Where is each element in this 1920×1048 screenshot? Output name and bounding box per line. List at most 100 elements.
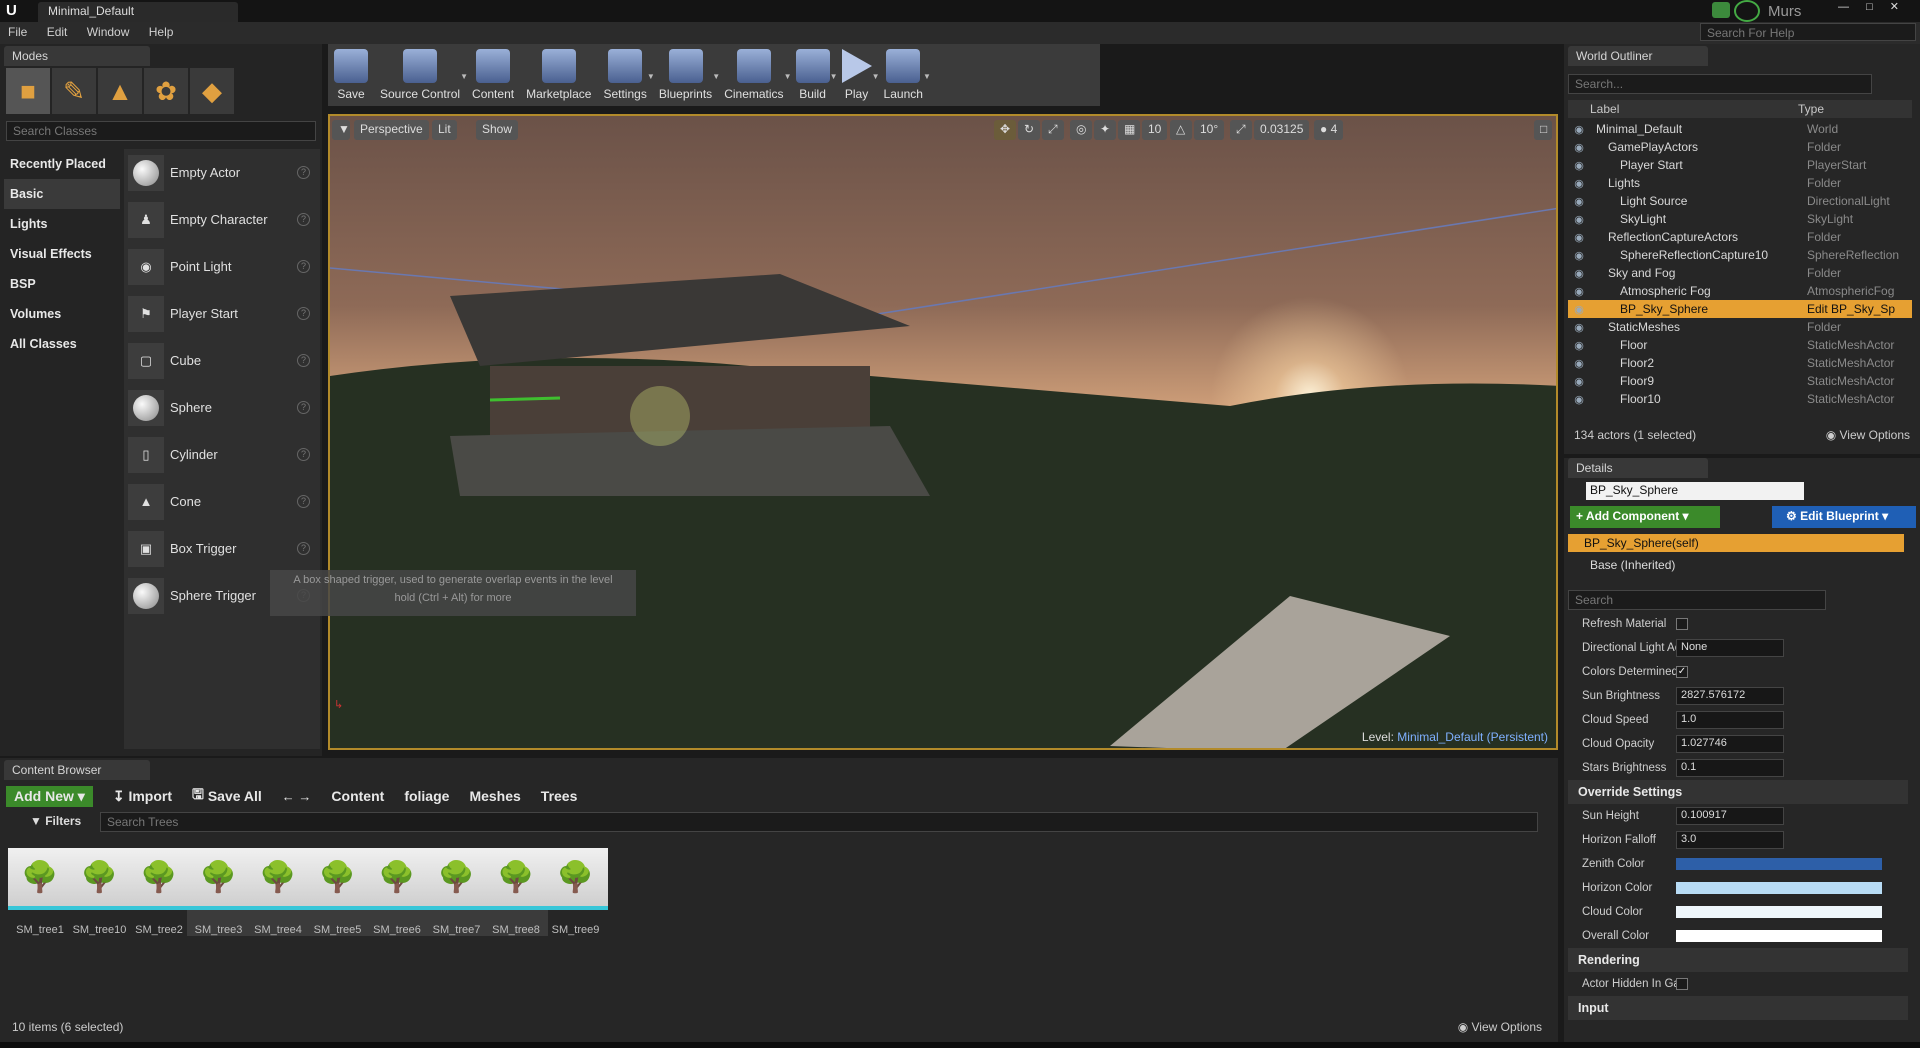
visibility-eye-icon[interactable]: ◉	[1568, 357, 1590, 370]
category-all-classes[interactable]: All Classes	[4, 329, 120, 359]
outliner-row[interactable]: ◉ Minimal_Default World	[1568, 120, 1912, 138]
help-icon[interactable]: ?	[297, 448, 310, 461]
override-settings-section[interactable]: Override Settings	[1568, 780, 1908, 804]
category-volumes[interactable]: Volumes	[4, 299, 120, 329]
details-tab[interactable]: Details	[1568, 458, 1708, 478]
help-search-input[interactable]: Search For Help	[1700, 23, 1916, 41]
world-local-icon[interactable]: ◎	[1070, 120, 1092, 140]
paint-mode-icon[interactable]: ✎	[52, 68, 96, 114]
scale-snap-value[interactable]: 0.03125	[1254, 120, 1310, 140]
property-value-field[interactable]: 1.0	[1676, 711, 1784, 729]
outliner-row[interactable]: ◉ Floor9 StaticMeshActor	[1568, 372, 1912, 390]
asset-tile[interactable]: 🌳 SM_tree9	[543, 848, 608, 936]
add-new-button[interactable]: Add New ▾	[6, 785, 93, 807]
visibility-eye-icon[interactable]: ◉	[1568, 321, 1590, 334]
outliner-row[interactable]: ◉ Floor StaticMeshActor	[1568, 336, 1912, 354]
asset-tile[interactable]: 🌳 SM_tree4	[246, 848, 310, 936]
help-icon[interactable]: ?	[297, 401, 310, 414]
maximize-viewport-icon[interactable]: □	[1534, 120, 1552, 140]
place-mode-icon[interactable]: ■	[6, 68, 50, 114]
outliner-row[interactable]: ◉ Lights Folder	[1568, 174, 1912, 192]
help-icon[interactable]: ?	[297, 166, 310, 179]
viewport-menu-icon[interactable]: ▼	[332, 120, 350, 140]
landscape-mode-icon[interactable]: ▲	[98, 68, 142, 114]
visibility-eye-icon[interactable]: ◉	[1568, 195, 1590, 208]
asset-tile[interactable]: 🌳 SM_tree7	[424, 848, 489, 936]
visibility-eye-icon[interactable]: ◉	[1568, 375, 1590, 388]
search-classes-input[interactable]: Search Classes	[6, 121, 316, 141]
camera-speed-button[interactable]: ● 4	[1314, 120, 1344, 140]
save-all-button[interactable]: 🖫 Save All	[192, 784, 262, 808]
chat-icon[interactable]	[1712, 2, 1730, 18]
source-control-button[interactable]: Source Control ▼	[374, 44, 468, 106]
property-value-field[interactable]: 0.100917	[1676, 807, 1784, 825]
settings-button[interactable]: Settings ▼	[597, 44, 655, 106]
translate-icon[interactable]: ✥	[994, 120, 1016, 140]
input-section[interactable]: Input	[1568, 996, 1908, 1020]
filters-button[interactable]: ▼ Filters	[30, 814, 81, 828]
rendering-section[interactable]: Rendering	[1568, 948, 1908, 972]
menu-help[interactable]: Help	[141, 22, 182, 42]
visibility-eye-icon[interactable]: ◉	[1568, 177, 1590, 190]
property-checkbox[interactable]	[1676, 978, 1688, 990]
outliner-row[interactable]: ◉ Sky and Fog Folder	[1568, 264, 1912, 282]
place-item-cone[interactable]: ▲ Cone?	[124, 478, 320, 525]
place-item-cube[interactable]: ▢ Cube?	[124, 337, 320, 384]
property-value-field[interactable]: None	[1676, 639, 1784, 657]
details-search-input[interactable]: Search	[1568, 590, 1826, 610]
lit-button[interactable]: Lit	[432, 120, 457, 140]
visibility-eye-icon[interactable]: ◉	[1568, 123, 1590, 136]
history-nav[interactable]: ← →	[282, 789, 312, 804]
property-color-swatch[interactable]	[1676, 906, 1882, 918]
outliner-row[interactable]: ◉ BP_Sky_Sphere Edit BP_Sky_Sp	[1568, 300, 1912, 318]
outliner-row[interactable]: ◉ GamePlayActors Folder	[1568, 138, 1912, 156]
property-color-swatch[interactable]	[1676, 882, 1882, 894]
build-button[interactable]: Build ▼	[790, 44, 838, 106]
place-item-player-start[interactable]: ⚑ Player Start?	[124, 290, 320, 337]
property-value-field[interactable]: 1.027746	[1676, 735, 1784, 753]
modes-tab[interactable]: Modes	[4, 46, 150, 66]
foliage-mode-icon[interactable]: ✿	[144, 68, 188, 114]
add-component-button[interactable]: + Add Component ▾	[1570, 506, 1720, 528]
grid-snap-icon[interactable]: ▦	[1118, 120, 1140, 140]
visibility-eye-icon[interactable]: ◉	[1568, 339, 1590, 352]
place-item-point-light[interactable]: ◉ Point Light?	[124, 243, 320, 290]
property-checkbox[interactable]: ✓	[1676, 666, 1688, 678]
rotate-icon[interactable]: ↻	[1018, 120, 1040, 140]
property-color-swatch[interactable]	[1676, 930, 1882, 942]
world-outliner-tab[interactable]: World Outliner	[1568, 46, 1708, 66]
path-meshes[interactable]: Meshes	[469, 788, 520, 804]
place-item-cylinder[interactable]: ▯ Cylinder?	[124, 431, 320, 478]
restore-icon[interactable]: □	[1866, 1, 1873, 13]
outliner-row[interactable]: ◉ ReflectionCaptureActors Folder	[1568, 228, 1912, 246]
show-button[interactable]: Show	[476, 120, 519, 140]
visibility-eye-icon[interactable]: ◉	[1568, 159, 1590, 172]
help-icon[interactable]: ?	[297, 354, 310, 367]
content-view-options[interactable]: ◉ View Options	[1458, 1020, 1542, 1034]
component-self-row[interactable]: BP_Sky_Sphere(self)	[1568, 534, 1904, 552]
asset-tile[interactable]: 🌳 SM_tree3	[186, 848, 251, 936]
play-button[interactable]: Play ▼	[836, 44, 880, 106]
help-icon[interactable]: ?	[297, 542, 310, 555]
window-controls[interactable]: — □ ✕	[1832, 0, 1920, 16]
content-browser-tab[interactable]: Content Browser	[4, 760, 150, 780]
content-button[interactable]: Content	[466, 44, 520, 106]
outliner-view-options[interactable]: ◉ View Options	[1826, 428, 1910, 442]
property-checkbox[interactable]	[1676, 618, 1688, 630]
visibility-eye-icon[interactable]: ◉	[1568, 267, 1590, 280]
content-search-input[interactable]: Search Trees	[100, 812, 1538, 832]
place-item-sphere[interactable]: Sphere?	[124, 384, 320, 431]
asset-tile[interactable]: 🌳 SM_tree1	[8, 848, 72, 936]
menu-file[interactable]: File	[0, 22, 35, 42]
blueprints-button[interactable]: Blueprints ▼	[653, 44, 720, 106]
outliner-row[interactable]: ◉ Atmospheric Fog AtmosphericFog	[1568, 282, 1912, 300]
visibility-eye-icon[interactable]: ◉	[1568, 393, 1590, 406]
rotation-snap-value[interactable]: 10°	[1194, 120, 1225, 140]
category-bsp[interactable]: BSP	[4, 269, 120, 299]
source-control-status-icon[interactable]	[1734, 0, 1760, 22]
column-label[interactable]: Label	[1568, 102, 1798, 116]
place-item-empty-character[interactable]: ♟ Empty Character?	[124, 196, 320, 243]
asset-tile[interactable]: 🌳 SM_tree5	[305, 848, 370, 936]
user-name[interactable]: Murs	[1768, 3, 1801, 20]
visibility-eye-icon[interactable]: ◉	[1568, 213, 1590, 226]
